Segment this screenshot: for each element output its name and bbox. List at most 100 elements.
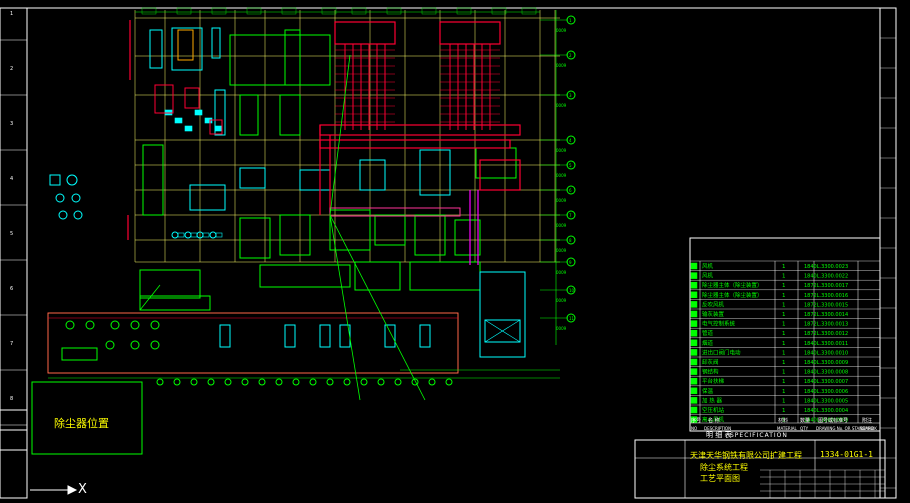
equipment-unit <box>475 147 517 179</box>
dimension-box <box>351 7 367 15</box>
column-bubble-number: 5 <box>569 163 572 168</box>
row-marker <box>690 368 698 375</box>
duct-header <box>439 21 501 45</box>
header-cn: 材料 <box>778 417 788 424</box>
row-marker <box>690 349 698 356</box>
row-qty: 1 <box>782 302 786 308</box>
row-qty: 1 <box>782 264 786 270</box>
row-code: 1840L.3300.0023 <box>804 264 848 270</box>
corridor-tree <box>150 320 160 330</box>
dimension-text: 0009 <box>556 248 567 253</box>
row-code: 1840L.3300.0005 <box>804 398 848 404</box>
row-qty: 1 <box>782 274 786 280</box>
row-marker <box>690 310 698 318</box>
left-strip-mark: 2 <box>10 66 13 72</box>
row-marker <box>690 339 698 347</box>
dimension-box <box>521 7 537 15</box>
row-qty: 1 <box>782 293 786 299</box>
row-code: 1872L.3300.0014 <box>804 312 848 318</box>
leader-lines <box>139 54 426 401</box>
row-qty: 1 <box>782 398 786 404</box>
legend-symbol <box>71 193 81 203</box>
column-bubbles: 1000920009300094000950009600097000980009… <box>540 10 576 345</box>
header-cn: 附注 <box>862 417 872 424</box>
row-qty: 1 <box>782 341 786 347</box>
column-bubble-number: 3 <box>569 93 572 98</box>
corridor-tree <box>65 320 75 330</box>
equipment-unit <box>374 214 406 246</box>
equipment-unit <box>359 159 386 191</box>
dimension-text: 0009 <box>556 223 567 228</box>
row-code: 1840L.3300.0004 <box>804 408 848 414</box>
equipment-column <box>284 29 301 86</box>
header-cn: 名 称 <box>708 417 720 424</box>
legend-symbol <box>55 193 65 203</box>
dimension-text: 0009 <box>556 198 567 203</box>
row-code: 1840L.3300.0010 <box>804 350 848 356</box>
column-bubble-number: 6 <box>569 188 572 193</box>
right-frame-strip <box>879 7 897 499</box>
valve <box>177 232 185 238</box>
symbol-legend <box>49 174 83 220</box>
row-qty: 1 <box>782 312 786 318</box>
equipment-tank-inner <box>177 29 194 61</box>
right-strip-border <box>879 7 897 499</box>
row-code: 1840L.3300.0022 <box>804 274 848 280</box>
row-qty: 1 <box>782 379 786 385</box>
row-marker <box>690 291 698 299</box>
header-cn: 数量 <box>800 417 810 424</box>
row-marker <box>690 329 698 337</box>
header-cn: 图号或标准号 <box>818 417 848 424</box>
column-bubble-number: 7 <box>569 213 572 218</box>
corridor-unit <box>284 324 296 348</box>
row-name: 空压机站 <box>702 406 725 414</box>
row-code: 1840L.3300.0011 <box>804 341 848 347</box>
corridor-unit <box>419 324 431 348</box>
row-marker <box>690 262 698 270</box>
valve <box>194 109 203 116</box>
bottom-bubble <box>224 378 232 386</box>
column-bubble-number: 10 <box>569 288 575 293</box>
corridor-unit <box>219 324 231 348</box>
duct-horizontal <box>319 139 511 149</box>
bottom-bubble <box>445 378 453 386</box>
row-name: 除尘器主体（除尘装置） <box>702 281 763 289</box>
left-strip-mark: 1 <box>10 11 13 17</box>
dimension-box <box>386 7 402 15</box>
bottom-bubble <box>207 378 215 386</box>
bottom-bubble <box>309 378 317 386</box>
cad-drawing-canvas[interactable]: 1 2 3 4 5 6 7 8 1 0009 2 0009 3 0009 4 0009 5 0009 6 0009 7 0… <box>0 0 910 503</box>
row-qty: 1 <box>782 370 786 376</box>
equipment-unit <box>139 269 201 299</box>
equipment-unit <box>259 264 351 288</box>
row-qty: 1 <box>782 283 786 289</box>
duct-fan-box <box>479 159 521 191</box>
red-piping <box>127 20 521 265</box>
row-marker <box>690 387 698 395</box>
valve <box>214 125 223 132</box>
row-qty: 1 <box>782 331 786 337</box>
column-bubble-number: 8 <box>569 238 572 243</box>
dimension-box <box>321 7 337 15</box>
left-strip-mark: 3 <box>10 121 13 127</box>
row-name: 烟道 <box>702 339 714 347</box>
bottom-bubble <box>156 378 164 386</box>
equipment-unit <box>419 149 451 196</box>
left-strip-mark: 6 <box>10 286 13 292</box>
column-bubble-number: 11 <box>569 316 575 321</box>
cad-drawing: 1234567810009200093000940009500096000970… <box>0 7 897 499</box>
dimension-text: 0009 <box>556 28 567 33</box>
row-name: 输灰装置 <box>702 310 725 318</box>
title-line-2: 工艺平面图 <box>700 474 740 483</box>
bottom-bubble <box>275 378 283 386</box>
row-qty: 1 <box>782 408 786 414</box>
corridor-outline <box>47 312 459 374</box>
header-cn: 序号 <box>691 417 701 424</box>
bottom-bubble <box>173 378 181 386</box>
valve <box>174 117 183 124</box>
row-qty: 1 <box>782 350 786 356</box>
corridor-equipment <box>61 347 98 361</box>
row-name: 电气控制系统 <box>702 320 736 328</box>
row-code: 1872L.3300.0017 <box>804 283 848 289</box>
valve <box>202 232 210 238</box>
